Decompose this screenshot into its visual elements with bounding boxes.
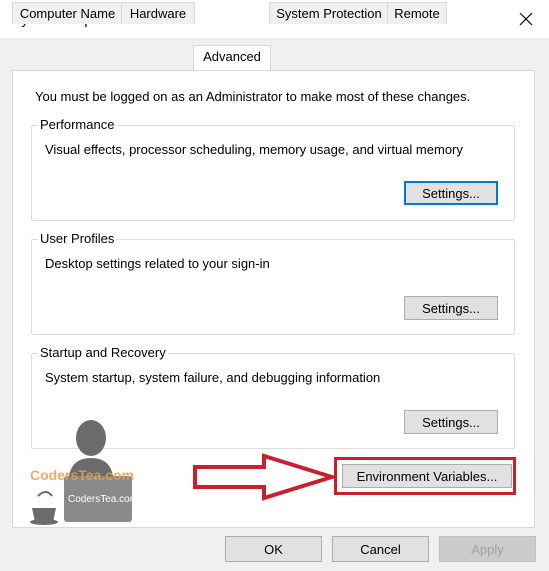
user-profiles-group: User Profiles Desktop settings related t… — [31, 231, 515, 335]
user-profiles-settings-button[interactable]: Settings... — [404, 296, 498, 320]
tab-remote[interactable]: Remote — [387, 2, 447, 24]
group-title: User Profiles — [38, 231, 117, 246]
startup-recovery-settings-button[interactable]: Settings... — [404, 410, 498, 434]
group-description: Desktop settings related to your sign-in — [45, 256, 270, 271]
group-description: Visual effects, processor scheduling, me… — [45, 142, 463, 157]
group-title: Performance — [38, 117, 117, 132]
tab-advanced[interactable]: Advanced — [193, 45, 271, 70]
group-description: System startup, system failure, and debu… — [45, 370, 381, 385]
apply-button[interactable]: Apply — [439, 536, 536, 562]
watermark-laptop-text: CodersTea.com — [68, 494, 139, 505]
right-arrow-icon — [193, 453, 337, 501]
tab-label: Hardware — [129, 6, 187, 21]
tab-label: Advanced — [203, 49, 261, 64]
tab-computer-name[interactable]: Computer Name — [12, 2, 123, 24]
button-label: Settings... — [422, 185, 480, 201]
environment-variables-button[interactable]: Environment Variables... — [342, 464, 512, 488]
close-icon — [519, 12, 533, 26]
button-label: Settings... — [422, 300, 480, 316]
admin-note: You must be logged on as an Administrato… — [35, 89, 471, 104]
system-properties-window: System Properties Computer Name Hardware… — [0, 0, 549, 571]
button-label: Cancel — [360, 541, 401, 557]
tab-label: System Protection — [276, 6, 382, 21]
close-button[interactable] — [506, 0, 546, 38]
button-label: Environment Variables... — [356, 468, 498, 484]
group-title: Startup and Recovery — [38, 345, 168, 360]
tab-hardware[interactable]: Hardware — [121, 2, 195, 24]
tab-label: Computer Name — [19, 6, 116, 21]
ok-button[interactable]: OK — [225, 536, 322, 562]
button-label: Apply — [471, 541, 504, 557]
performance-group: Performance Visual effects, processor sc… — [31, 117, 515, 221]
cancel-button[interactable]: Cancel — [332, 536, 429, 562]
tab-label: Remote — [394, 6, 440, 21]
button-label: OK — [264, 541, 283, 557]
button-label: Settings... — [422, 414, 480, 430]
tab-system-protection[interactable]: System Protection — [269, 2, 389, 24]
performance-settings-button[interactable]: Settings... — [404, 181, 498, 205]
watermark-text: CodersTea.com — [30, 467, 134, 483]
coderstea-watermark: CodersTea.com CodersTea.com — [28, 418, 138, 528]
